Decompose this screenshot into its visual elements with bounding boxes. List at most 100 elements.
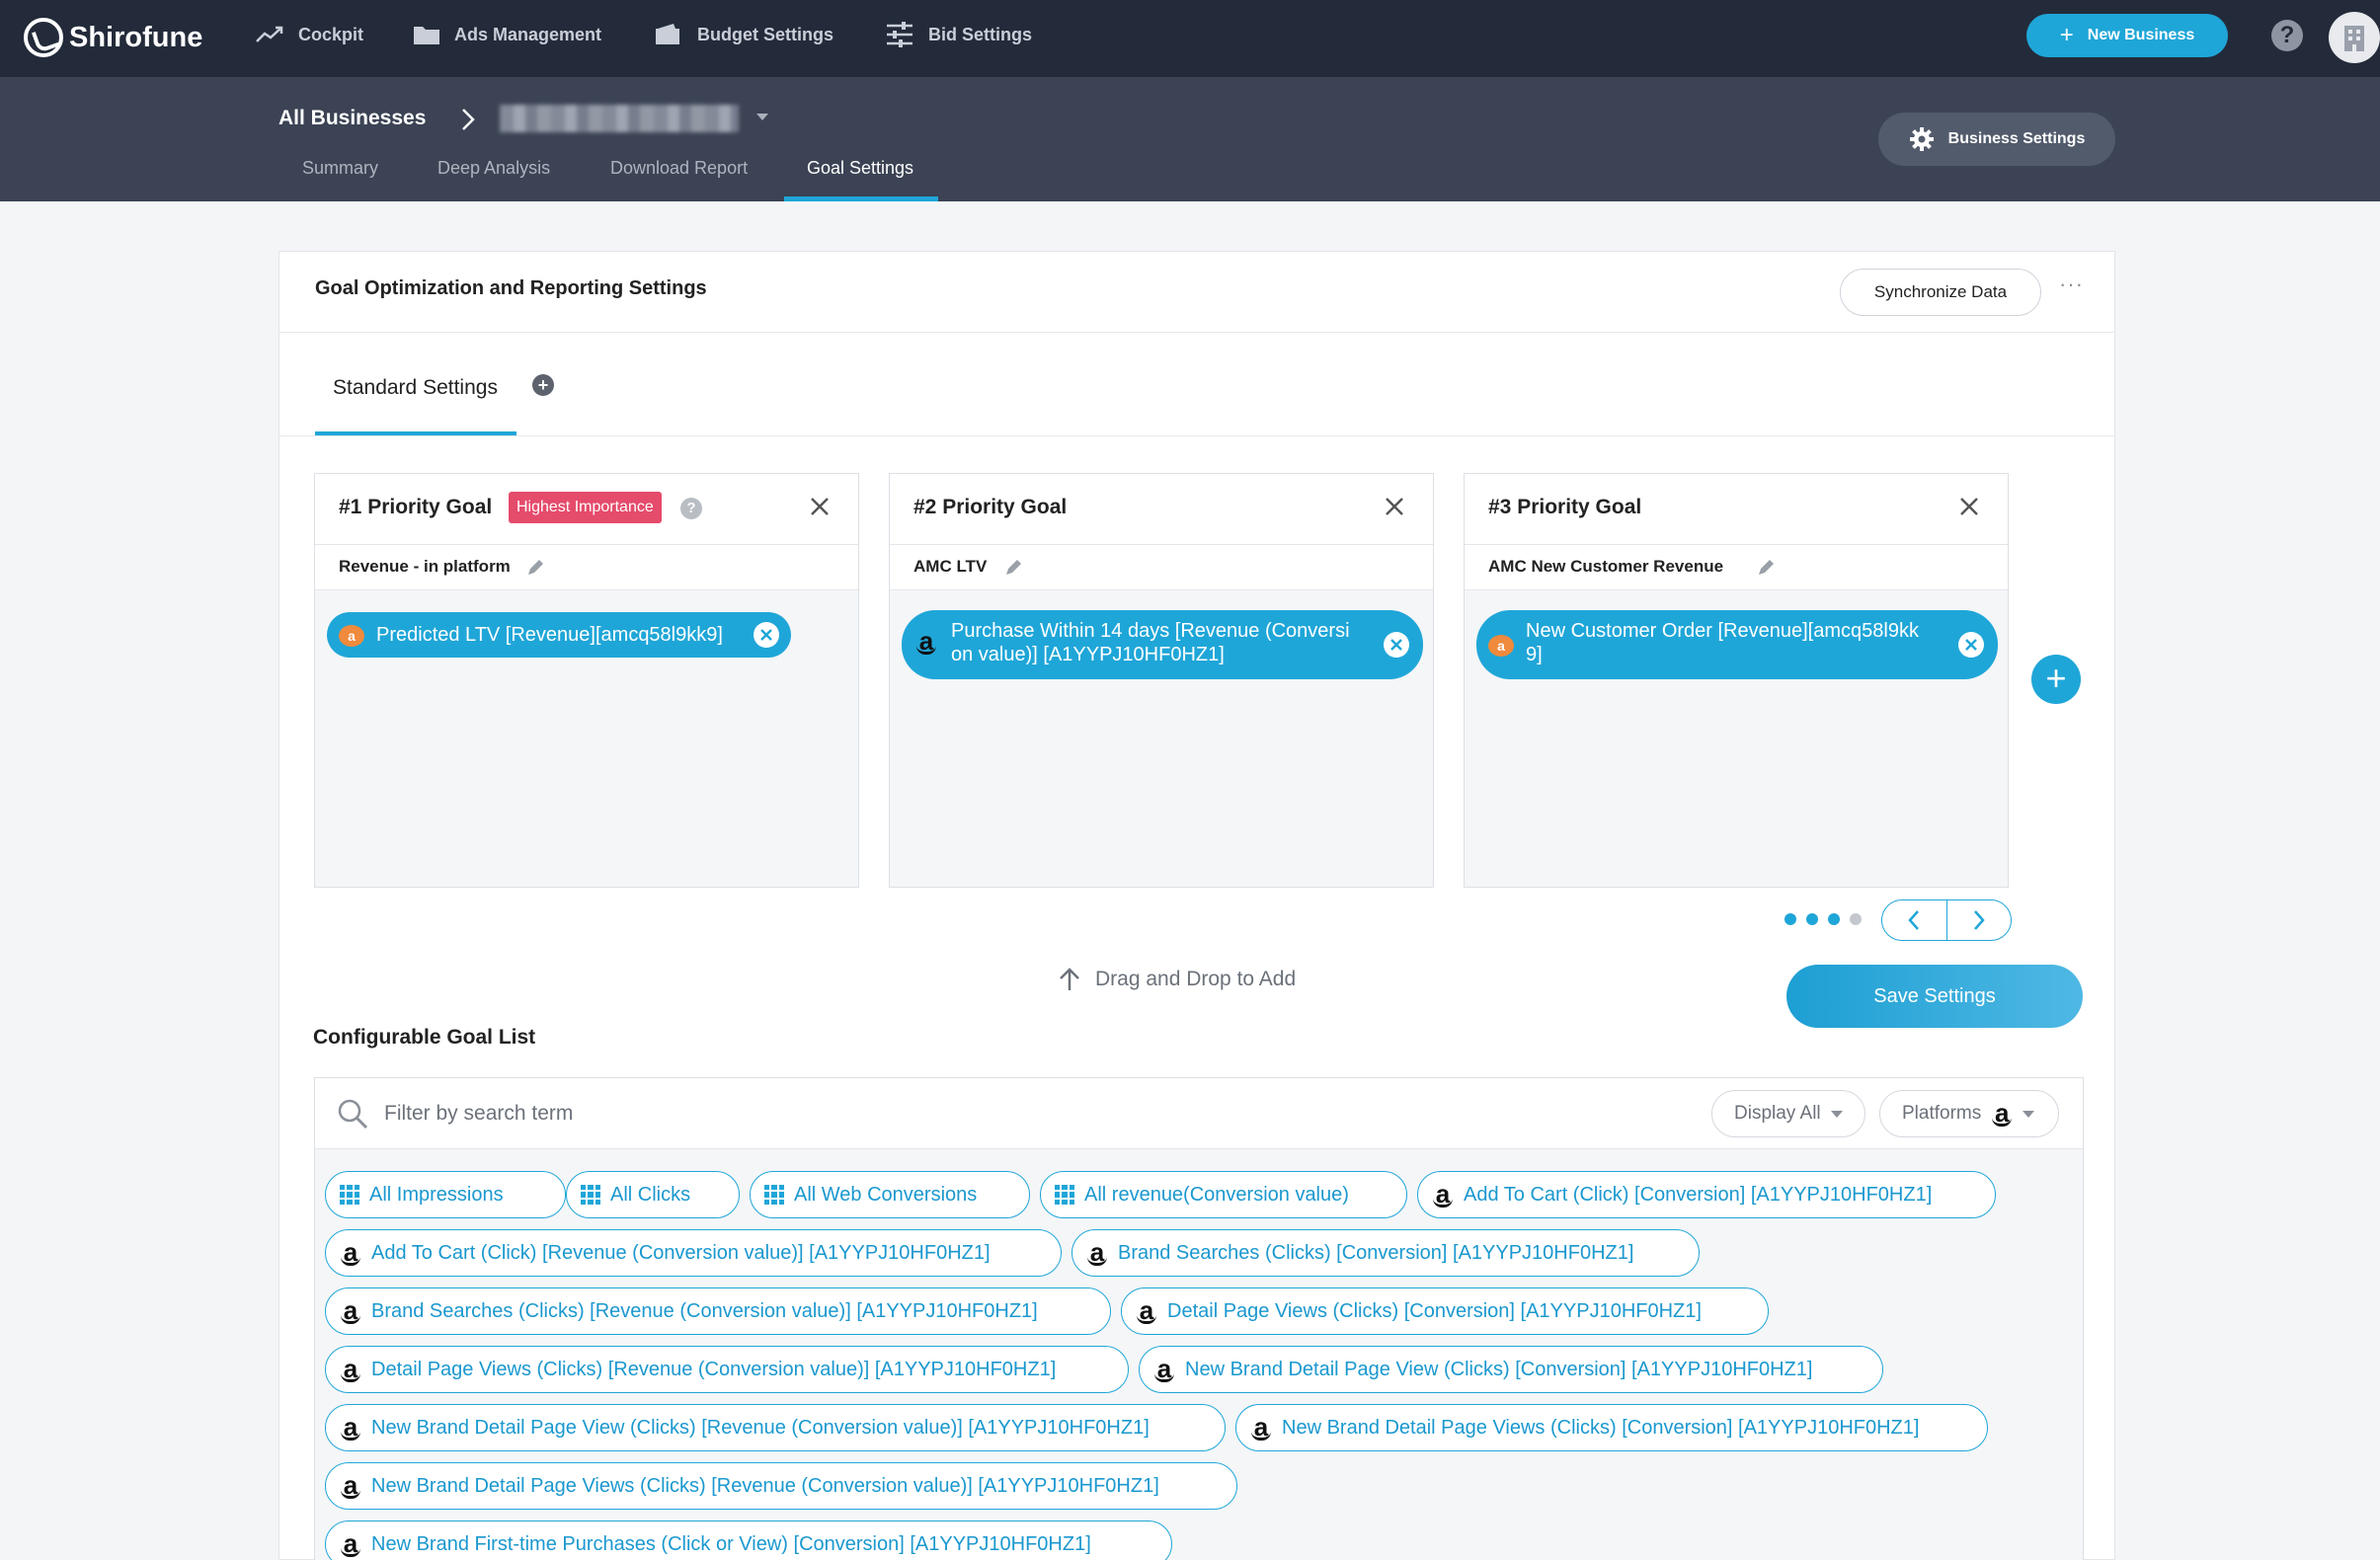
nav-bid-settings[interactable]: Bid Settings [885,14,1032,55]
configurable-goal-list: Display All Platforms a All Impressions … [314,1077,2084,1560]
goal-chip[interactable]: a Add To Cart (Click) [Revenue (Conversio… [325,1229,1062,1277]
goal-chip[interactable]: a New Brand Detail Page View (Clicks) [Re… [325,1404,1226,1451]
goal-chip[interactable]: All Web Conversions [750,1171,1030,1218]
goal-chip[interactable]: a New Brand Detail Page View (Clicks) [Co… [1139,1346,1883,1393]
tab-summary[interactable]: Summary [302,158,378,179]
grid-icon [1055,1185,1074,1205]
breadcrumb-all-businesses[interactable]: All Businesses [278,107,426,130]
nav-cockpit[interactable]: Cockpit [255,14,363,55]
goal-card-header: #1 Priority Goal Highest Importance ? [315,474,858,545]
goal-chip[interactable]: a Detail Page Views (Clicks) [Conversion]… [1121,1287,1769,1335]
amazon-icon: a [340,1414,361,1442]
pagination-dot[interactable] [1850,913,1862,925]
goal-chip[interactable]: a New Brand Detail Page Views (Clicks) [R… [325,1462,1237,1510]
close-icon[interactable] [809,496,831,522]
platforms-label: Platforms [1902,1103,1982,1124]
help-icon[interactable]: ? [680,498,702,519]
goal-name: AMC LTV [913,557,988,576]
goal-chip[interactable]: All Impressions [325,1171,566,1218]
goal-chip[interactable]: a Add To Cart (Click) [Conversion] [A1YYP… [1417,1171,1996,1218]
goal-chip[interactable]: a New Brand Detail Page Views (Clicks) [C… [1235,1404,1988,1451]
logo-icon [24,18,63,57]
priority-goal-card-2[interactable]: #2 Priority Goal AMC LTV a Purchase With… [889,473,1434,888]
close-icon[interactable] [1384,496,1405,522]
pagination-dot[interactable] [1785,913,1796,925]
tab-standard-settings[interactable]: Standard Settings [333,376,498,400]
help-icon[interactable]: ? [2271,20,2303,51]
amazon-icon: a [1153,1356,1175,1383]
amc-icon: a [339,624,364,647]
pencil-icon[interactable] [1004,559,1022,582]
grid-icon [764,1185,784,1205]
amazon-icon: a [1086,1239,1108,1267]
goal-chip-label: New Brand Detail Page Views (Clicks) [Re… [371,1474,1159,1497]
goal-name: Revenue - in platform [339,557,511,576]
pagination-dot-active[interactable] [1828,913,1840,925]
goal-metric-pill[interactable]: a Purchase Within 14 days [Revenue (Conv… [902,610,1423,679]
goal-chip[interactable]: a Brand Searches (Clicks) [Conversion] [A… [1071,1229,1700,1277]
pagination-dot[interactable] [1806,913,1818,925]
gear-icon [1909,126,1935,152]
remove-metric-icon[interactable] [754,622,779,648]
app-name: Shirofune [69,21,203,53]
close-icon[interactable] [1958,496,1980,522]
platforms-dropdown[interactable]: Platforms a [1879,1090,2059,1137]
priority-goal-card-1[interactable]: #1 Priority Goal Highest Importance ? Re… [314,473,859,888]
goal-filter-bar: Display All Platforms a [315,1078,2083,1149]
add-settings-tab-icon[interactable]: + [532,374,554,396]
goal-chip-label: All Impressions [369,1183,504,1206]
pencil-icon[interactable] [526,559,544,582]
tab-deep-analysis[interactable]: Deep Analysis [437,158,550,179]
top-navigation-bar: Shirofune Cockpit Ads Management Budget … [0,0,2380,77]
priority-goal-card-3[interactable]: #3 Priority Goal AMC New Customer Revenu… [1464,473,2009,888]
goal-chip[interactable]: a New Brand First-time Purchases (Click o… [325,1521,1172,1560]
account-avatar[interactable] [2329,12,2380,63]
trend-icon [255,25,284,44]
goal-metric-pill[interactable]: a New Customer Order [Revenue][amcq58l9k… [1476,610,1998,679]
active-tab-indicator [784,196,938,201]
goal-chip[interactable]: a Detail Page Views (Clicks) [Revenue (Co… [325,1346,1129,1393]
goal-chip-label: New Brand Detail Page Views (Clicks) [Co… [1282,1416,1920,1439]
pencil-icon[interactable] [1757,559,1775,582]
shirofune-logo[interactable]: Shirofune [24,16,202,59]
business-name-redacted[interactable] [500,105,739,132]
display-all-dropdown[interactable]: Display All [1711,1090,1865,1137]
goal-chip[interactable]: All revenue(Conversion value) [1040,1171,1407,1218]
goal-chip-label: New Brand First-time Purchases (Click or… [371,1532,1091,1555]
plus-icon: + [2059,22,2074,48]
business-settings-button[interactable]: Business Settings [1878,113,2115,166]
chevron-left-icon[interactable] [1882,900,1946,940]
save-settings-button[interactable]: Save Settings [1786,965,2083,1028]
nav-ads-management[interactable]: Ads Management [413,14,601,55]
goal-name-row: AMC New Customer Revenue [1465,545,2008,590]
more-options-icon[interactable]: ··· [2059,272,2084,297]
amazon-icon: a [340,1239,361,1267]
wallet-icon [654,23,683,46]
display-all-label: Display All [1734,1103,1821,1124]
goal-title: #3 Priority Goal [1488,496,1642,518]
amazon-icon: a [340,1356,361,1383]
tab-goal-settings[interactable]: Goal Settings [807,158,913,179]
goal-title: #2 Priority Goal [913,496,1068,518]
goal-metric-label-line2: 9] [1526,644,1543,665]
remove-metric-icon[interactable] [1958,632,1984,658]
search-input[interactable] [384,1098,1470,1130]
goal-chip[interactable]: All Clicks [566,1171,740,1218]
new-business-button[interactable]: + New Business [2026,14,2228,57]
goal-chip[interactable]: a Brand Searches (Clicks) [Revenue (Conve… [325,1287,1111,1335]
chevron-right-icon[interactable] [1947,900,2012,940]
remove-metric-icon[interactable] [1384,632,1409,658]
drag-and-drop-hint: Drag and Drop to Add [1058,967,1296,992]
add-goal-button[interactable]: + [2031,655,2081,704]
goal-settings-panel: Goal Optimization and Reporting Settings… [278,251,2115,1560]
tab-download-report[interactable]: Download Report [610,158,748,179]
goal-name-row: Revenue - in platform [315,545,858,590]
goal-name: AMC New Customer Revenue [1488,557,1724,576]
grid-icon [581,1185,600,1205]
nav-budget-settings[interactable]: Budget Settings [654,14,833,55]
nav-bid-settings-label: Bid Settings [928,24,1033,44]
chevron-down-icon[interactable] [756,114,768,120]
folder-icon [413,24,440,45]
synchronize-data-button[interactable]: Synchronize Data [1840,269,2041,316]
goal-metric-pill[interactable]: a Predicted LTV [Revenue][amcq58l9kk9] [327,612,791,658]
